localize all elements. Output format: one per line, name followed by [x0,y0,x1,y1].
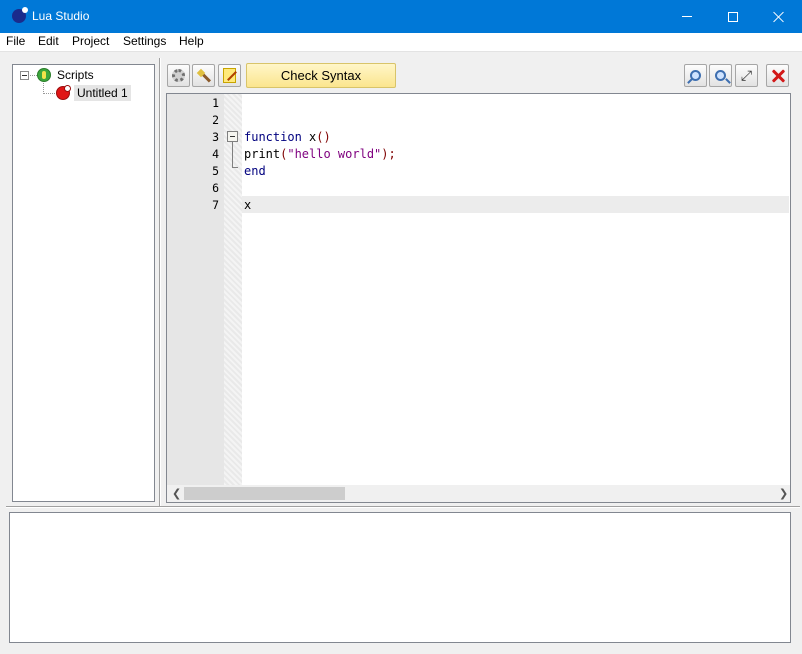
edit-icon [223,68,236,83]
check-syntax-button[interactable]: Check Syntax [246,63,396,88]
scroll-right-arrow-icon[interactable]: ❯ [779,487,788,500]
keyword-token: function [244,130,302,144]
code-editor[interactable]: 1 2 3 4 5 6 7 function x() print("hello … [166,93,791,503]
menu-project[interactable]: Project [72,34,109,48]
identifier-token: x [244,198,252,212]
window-title: Lua Studio [32,9,90,23]
fold-guide [232,142,233,167]
scripts-folder-icon [37,68,51,82]
close-icon [773,11,785,23]
code-line-3: function x() [244,130,331,144]
find-button[interactable] [684,64,707,87]
zoom-button[interactable] [709,64,732,87]
line-number-gutter: 1 2 3 4 5 6 7 [167,94,224,485]
stop-icon [771,69,785,83]
magic-toolbar-button[interactable] [192,64,215,87]
line-number: 1 [212,96,219,110]
tree-connector [43,93,55,94]
code-line-5: end [244,164,266,178]
keyword-token: end [244,164,266,178]
maximize-button[interactable] [710,0,756,33]
fullscreen-icon: ⤢ [740,67,753,84]
current-line-highlight [242,196,789,213]
fold-margin [224,94,242,485]
tree-item-scripts[interactable]: Scripts [57,68,94,82]
edit-toolbar-button[interactable] [218,64,241,87]
lua-file-icon [56,85,71,100]
menu-edit[interactable]: Edit [38,34,59,48]
minimize-icon [682,16,692,17]
fold-toggle[interactable] [227,131,238,142]
zoom-icon [715,70,726,81]
identifier-token: print [244,147,281,161]
identifier-token: x [301,130,317,144]
horizontal-splitter[interactable] [6,506,800,508]
line-number: 4 [212,147,219,161]
operator-token: ); [381,147,396,161]
horizontal-scrollbar[interactable]: ❮ ❯ [167,485,790,502]
menu-bar: File Edit Project Settings Help [0,33,802,52]
maximize-icon [728,11,738,22]
line-number: 6 [212,181,219,195]
menu-help[interactable]: Help [179,34,204,48]
tree-collapse-toggle[interactable] [20,71,29,80]
settings-toolbar-button[interactable] [167,64,190,87]
line-number: 3 [212,130,219,144]
tree-item-untitled-1[interactable]: Untitled 1 [74,85,131,101]
close-button[interactable] [756,0,802,33]
string-token: "hello world" [287,147,382,161]
gear-icon [172,69,185,82]
tree-connector [30,75,37,76]
scroll-thumb[interactable] [184,487,345,500]
code-line-4: print("hello world"); [244,147,396,161]
magic-wand-icon [197,69,211,83]
fullscreen-button[interactable]: ⤢ [735,64,758,87]
line-number: 2 [212,113,219,127]
output-panel[interactable] [9,512,791,643]
scroll-left-arrow-icon[interactable]: ❮ [172,487,181,500]
vertical-splitter[interactable] [159,58,161,507]
app-icon [12,7,28,23]
line-number: 5 [212,164,219,178]
window-bottom-edge [0,650,802,654]
title-bar: Lua Studio [0,0,802,33]
find-icon [690,70,701,81]
menu-settings[interactable]: Settings [123,34,166,48]
minimize-button[interactable] [664,0,710,33]
stop-button[interactable] [766,64,789,87]
code-line-7: x [244,198,251,212]
line-number: 7 [212,198,219,212]
project-tree[interactable]: Scripts Untitled 1 [12,64,155,502]
fold-guide-end [232,167,238,168]
menu-file[interactable]: File [6,34,25,48]
operator-token: () [316,130,331,144]
